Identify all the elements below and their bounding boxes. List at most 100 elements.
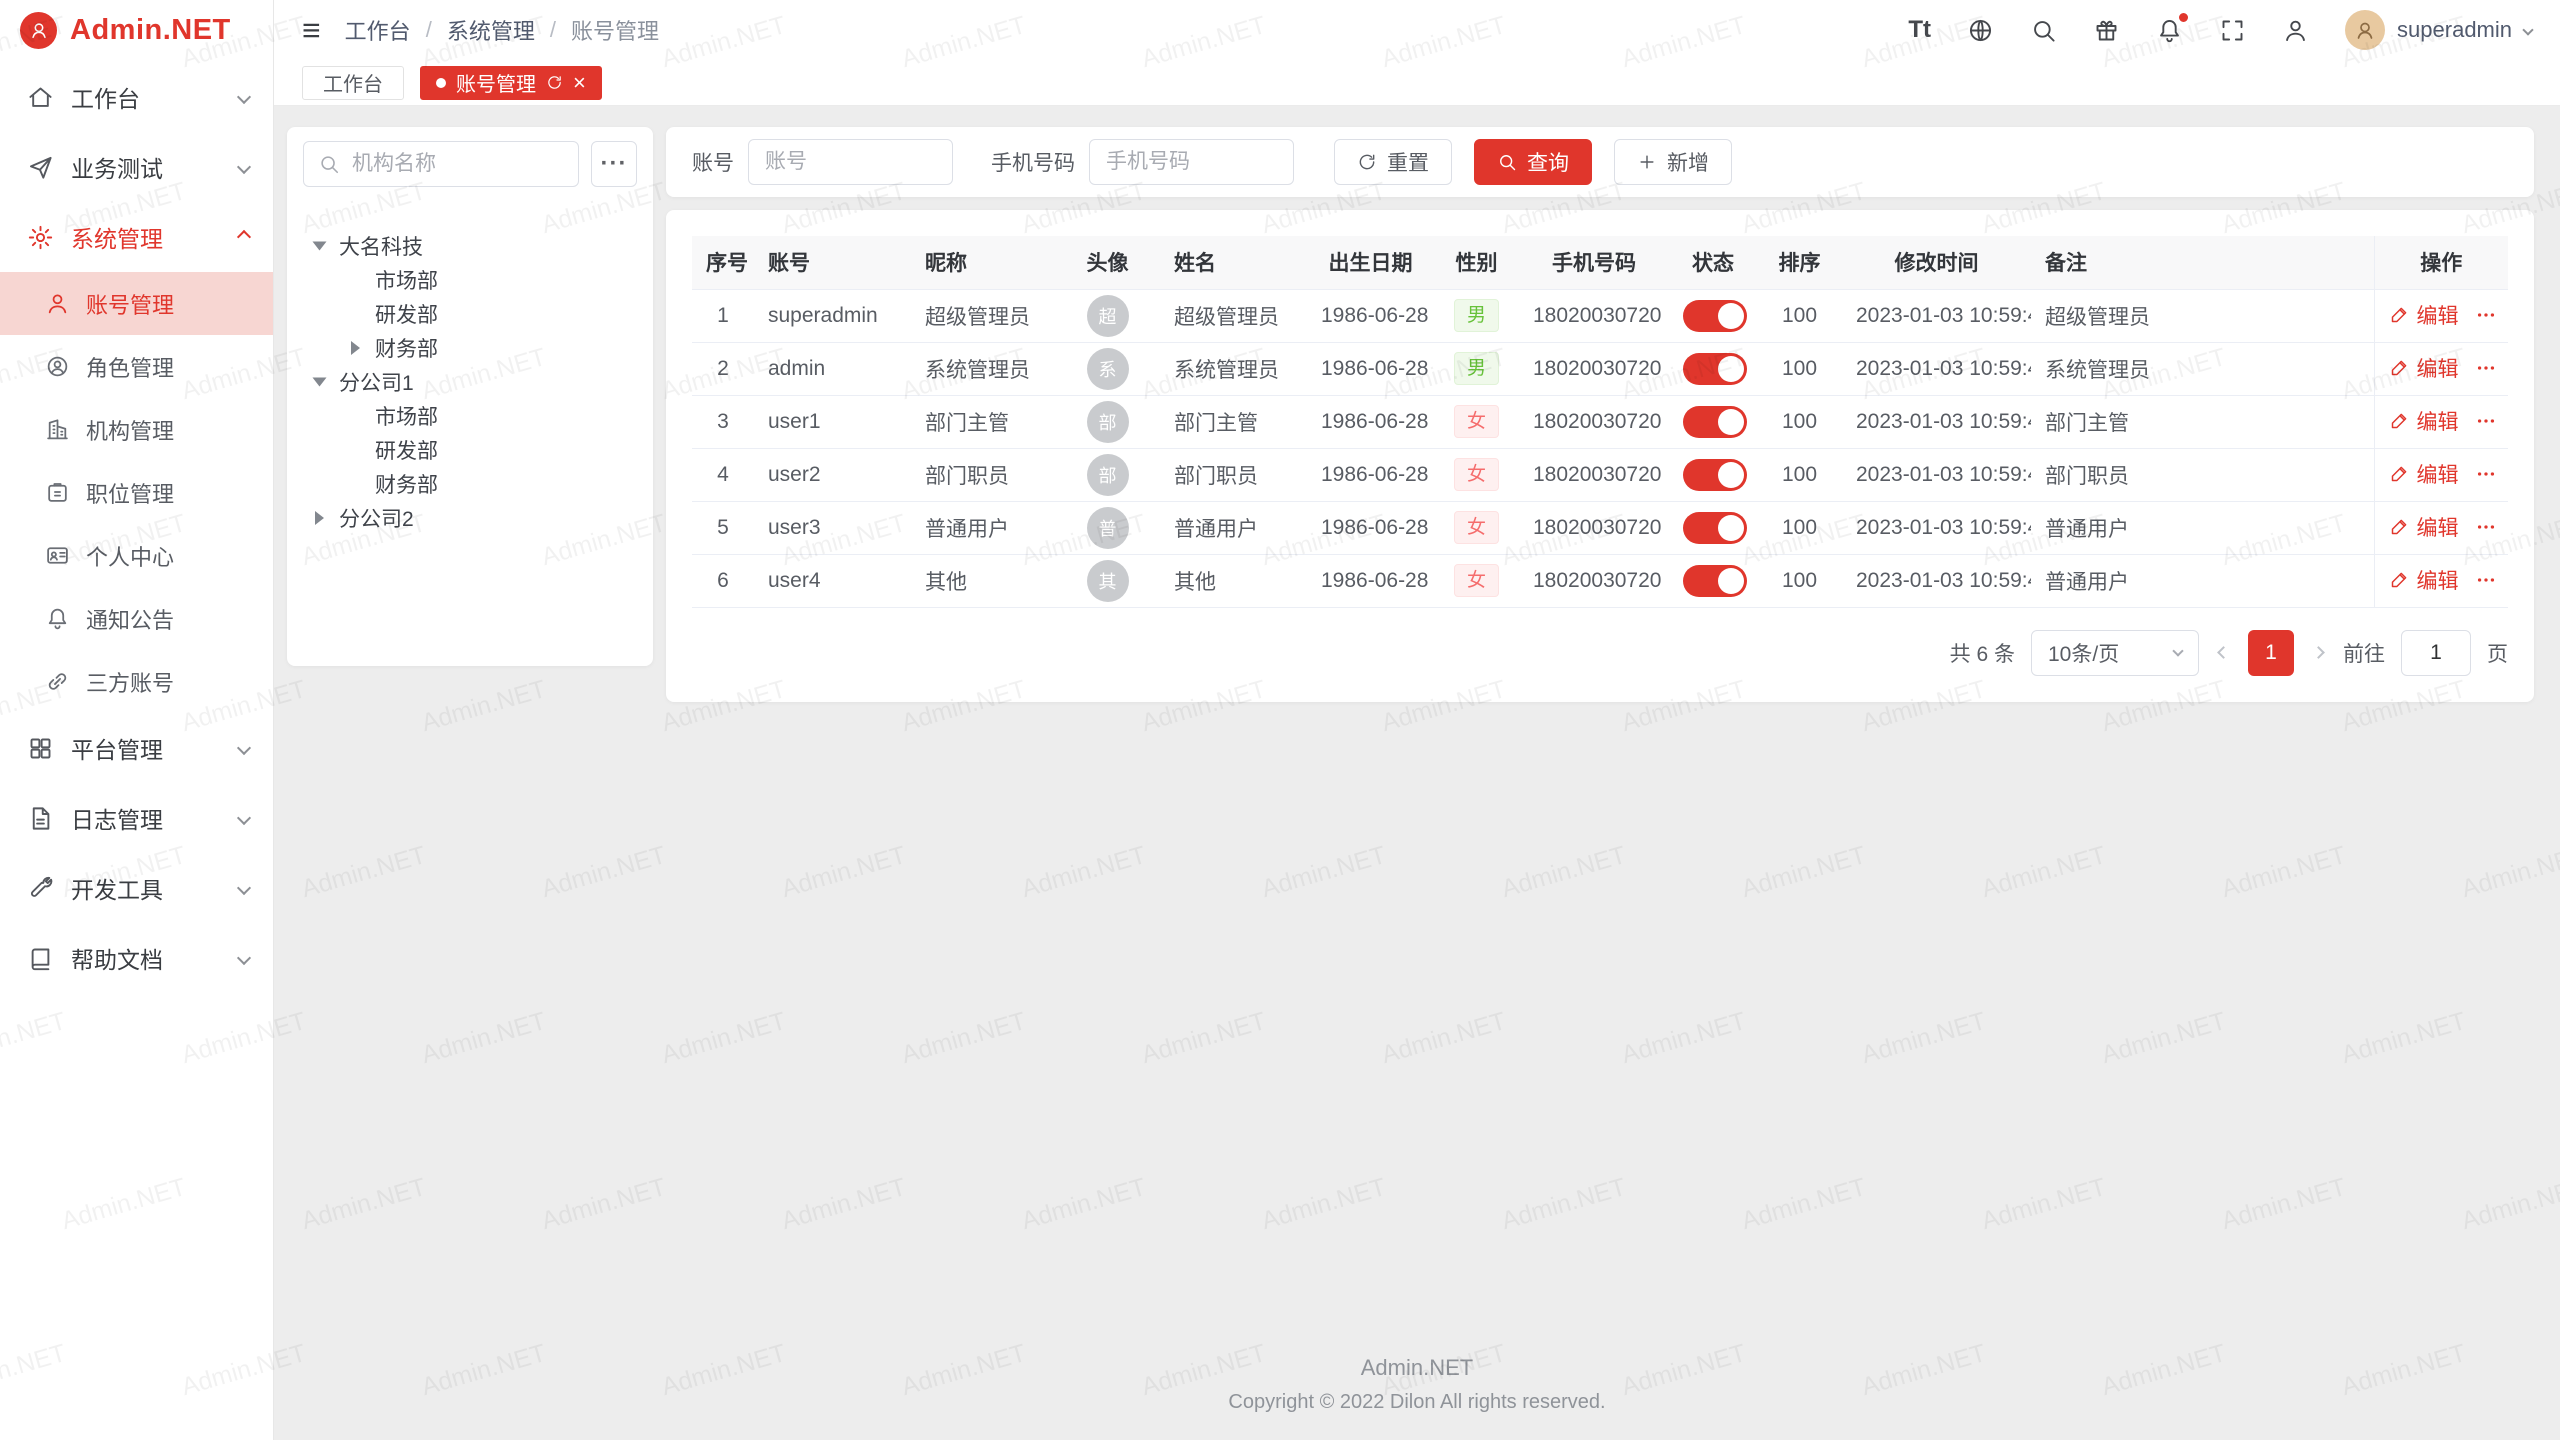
sidebar-item-role-mgmt[interactable]: 角色管理 [0, 335, 273, 398]
page-number-button[interactable]: 1 [2248, 630, 2294, 676]
notification-icon[interactable] [2156, 17, 2183, 44]
status-toggle[interactable] [1683, 406, 1747, 438]
sidebar-item-devtools[interactable]: 开发工具 [0, 853, 273, 923]
tab-account-mgmt[interactable]: 账号管理 × [420, 66, 602, 100]
tree-node-root[interactable]: 分公司1 [303, 365, 637, 399]
link-icon [45, 669, 70, 694]
goto-page-input[interactable] [2401, 630, 2471, 676]
tree-node-child[interactable]: 市场部 [303, 399, 637, 433]
edit-button[interactable]: 编辑 [2389, 353, 2459, 383]
breadcrumb-item[interactable]: 系统管理 [447, 14, 535, 46]
cell-avatar: 超 [1055, 289, 1160, 342]
sidebar-item-workbench[interactable]: 工作台 [0, 62, 273, 132]
edit-button[interactable]: 编辑 [2389, 300, 2459, 330]
tree-node-child[interactable]: 财务部 [303, 467, 637, 501]
sidebar-item-third-party-account[interactable]: 三方账号 [0, 650, 273, 713]
sidebar-item-logs[interactable]: 日志管理 [0, 783, 273, 853]
tree-node-root[interactable]: 分公司2 [303, 501, 637, 535]
sidebar-item-help[interactable]: 帮助文档 [0, 923, 273, 993]
sidebar-item-system[interactable]: 系统管理 [0, 202, 273, 272]
id-card-icon [45, 543, 70, 568]
topbar-tools: Tt [1908, 10, 2532, 50]
table-row: 5 user3 普通用户 普 普通用户 1986-06-28 女 1802003… [692, 501, 2508, 554]
sidebar-item-position-mgmt[interactable]: 职位管理 [0, 461, 273, 524]
phone-input[interactable] [1089, 139, 1294, 185]
col-order: 排序 [1757, 236, 1842, 289]
refresh-icon[interactable] [546, 74, 563, 91]
tab-bar: 工作台 账号管理 × [274, 60, 2560, 106]
caret-down-icon[interactable] [313, 378, 327, 387]
row-more-button[interactable] [2475, 569, 2497, 591]
user-menu[interactable]: superadmin [2345, 10, 2532, 50]
row-more-button[interactable] [2475, 304, 2497, 326]
brand[interactable]: Admin.NET [0, 0, 273, 60]
query-bar: 账号 手机号码 重置 查询 新增 [666, 127, 2534, 197]
row-more-button[interactable] [2475, 357, 2497, 379]
status-toggle[interactable] [1683, 565, 1747, 597]
sidebar-item-platform[interactable]: 平台管理 [0, 713, 273, 783]
search-button[interactable]: 查询 [1474, 139, 1592, 185]
col-remark: 备注 [2031, 236, 2374, 289]
row-more-button[interactable] [2475, 516, 2497, 538]
sidebar-item-label: 帮助文档 [71, 941, 163, 975]
sidebar-item-account-mgmt[interactable]: 账号管理 [0, 272, 273, 335]
col-avatar: 头像 [1055, 236, 1160, 289]
tree-node-child[interactable]: 市场部 [303, 263, 637, 297]
caret-right-icon[interactable] [351, 341, 360, 355]
org-search-input[interactable] [303, 141, 579, 187]
caret-right-icon[interactable] [315, 511, 324, 525]
account-input[interactable] [748, 139, 953, 185]
page-size-select[interactable]: 10条/页 [2031, 630, 2199, 676]
reset-button[interactable]: 重置 [1334, 139, 1452, 185]
col-phone: 手机号码 [1519, 236, 1669, 289]
fullscreen-icon[interactable] [2219, 17, 2246, 44]
sidebar-item-personal-center[interactable]: 个人中心 [0, 524, 273, 587]
breadcrumb-item[interactable]: 工作台 [345, 14, 411, 46]
prev-page-button[interactable] [2215, 648, 2232, 657]
tree-node-label: 研发部 [375, 435, 438, 465]
row-more-button[interactable] [2475, 410, 2497, 432]
sidebar-item-org-mgmt[interactable]: 机构管理 [0, 398, 273, 461]
col-actions: 操作 [2374, 236, 2508, 289]
search-icon[interactable] [2030, 17, 2057, 44]
sidebar-item-notice[interactable]: 通知公告 [0, 587, 273, 650]
edit-button[interactable]: 编辑 [2389, 406, 2459, 436]
status-toggle[interactable] [1683, 353, 1747, 385]
cell-birthdate: 1986-06-28 [1307, 289, 1434, 342]
chevron-down-icon [237, 741, 251, 755]
add-button[interactable]: 新增 [1614, 139, 1732, 185]
brand-logo-icon [20, 12, 57, 49]
row-more-button[interactable] [2475, 463, 2497, 485]
tree-node-root[interactable]: 大名科技 [303, 229, 637, 263]
caret-down-icon[interactable] [313, 242, 327, 251]
sidebar-item-label: 个人中心 [86, 540, 174, 572]
breadcrumb-item-current: 账号管理 [571, 14, 659, 46]
next-page-button[interactable] [2310, 648, 2327, 657]
sidebar-item-biz-test[interactable]: 业务测试 [0, 132, 273, 202]
tab-workbench[interactable]: 工作台 [302, 66, 404, 100]
col-index: 序号 [692, 236, 754, 289]
status-toggle[interactable] [1683, 300, 1747, 332]
status-toggle[interactable] [1683, 459, 1747, 491]
tree-node-child[interactable]: 研发部 [303, 297, 637, 331]
gear-icon [27, 224, 54, 251]
reset-label: 重置 [1387, 147, 1429, 177]
tree-more-button[interactable]: ··· [591, 141, 637, 187]
language-icon[interactable] [1967, 17, 1994, 44]
font-size-icon[interactable]: Tt [1908, 18, 1931, 42]
edit-button[interactable]: 编辑 [2389, 512, 2459, 542]
profile-icon[interactable] [2282, 17, 2309, 44]
status-toggle[interactable] [1683, 512, 1747, 544]
tree-node-child[interactable]: 财务部 [303, 331, 637, 365]
table-row: 6 user4 其他 其 其他 1986-06-28 女 18020030720… [692, 554, 2508, 607]
layout-config-icon[interactable] [2093, 17, 2120, 44]
magnifier-icon [1497, 152, 1517, 172]
edit-button[interactable]: 编辑 [2389, 459, 2459, 489]
search-label: 查询 [1527, 147, 1569, 177]
close-icon[interactable]: × [573, 72, 586, 94]
hamburger-icon[interactable]: ≡ [302, 14, 321, 46]
tree-node-child[interactable]: 研发部 [303, 433, 637, 467]
tree-node-label: 财务部 [375, 333, 438, 363]
edit-button[interactable]: 编辑 [2389, 565, 2459, 595]
cell-nickname: 超级管理员 [911, 289, 1055, 342]
